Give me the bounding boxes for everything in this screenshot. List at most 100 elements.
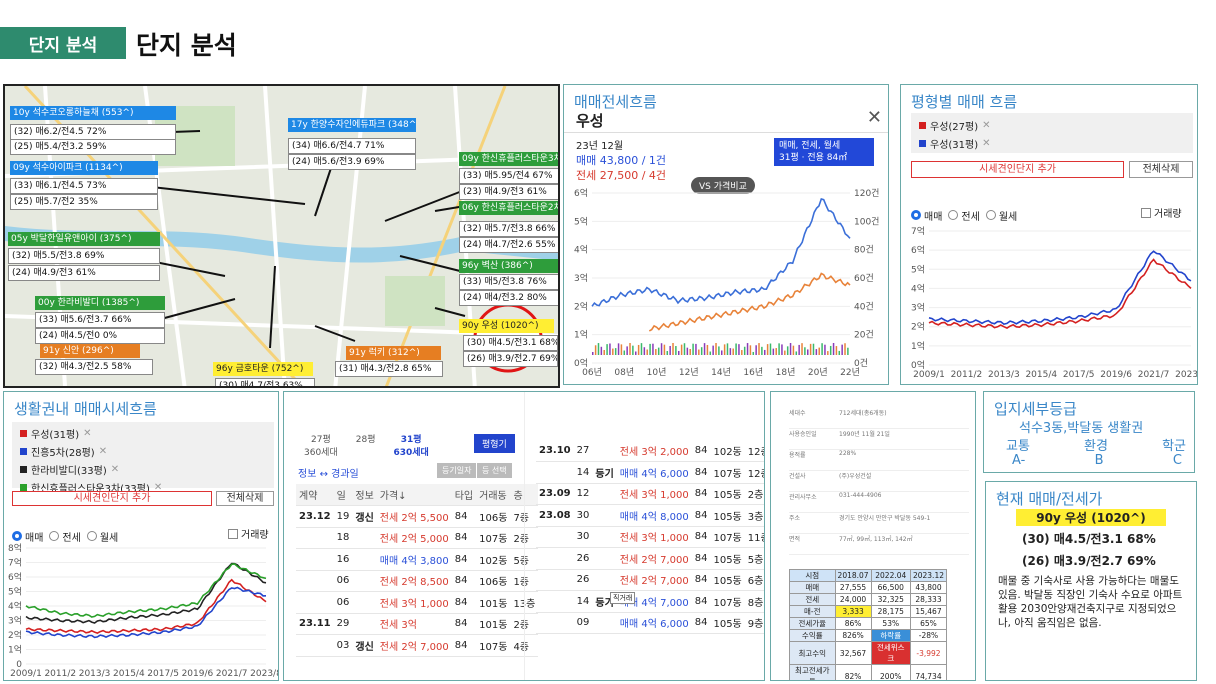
tab-2[interactable]: 31평 630세대 bbox=[393, 432, 428, 458]
map-complex-label[interactable]: 96y 금호타운 (752^) bbox=[213, 362, 313, 376]
table-row[interactable]: 06 전세 2억 8,500 84 106동 1층 bbox=[296, 570, 539, 592]
table-cell: 107동 bbox=[476, 634, 511, 657]
map-price-label: (30) 매4.5/전3.1 68% bbox=[463, 335, 558, 351]
table-row[interactable]: 23.11 29 전세 3억 84 101동 2층 bbox=[296, 613, 539, 635]
complex-map[interactable]: 10y 석수코오롱하늘채 (553^) (32) 매6.2/전4.5 72% (25… bbox=[3, 84, 560, 388]
filter-label: 정보 ↔ 경과일 bbox=[298, 469, 359, 480]
legend-swatch bbox=[20, 466, 27, 473]
pyeong-button[interactable]: 평형기 bbox=[474, 434, 515, 453]
col-header[interactable]: 계약 bbox=[296, 484, 334, 506]
table-cell: 16 bbox=[333, 548, 353, 571]
table-cell: 8층 bbox=[744, 590, 764, 613]
legend-item[interactable]: 우성(31평) ✕ bbox=[919, 136, 1185, 151]
radio-1[interactable]: 전세 bbox=[948, 208, 980, 223]
table-row[interactable]: 26 전세 2억 7,000 84 105동 5층 bbox=[536, 547, 764, 570]
tab-1[interactable]: 28평 bbox=[356, 432, 376, 458]
add-comparison-button[interactable]: 시세견인단지 추가 bbox=[12, 491, 212, 506]
col-header[interactable]: 일 bbox=[333, 484, 353, 506]
table-cell: 84 bbox=[451, 570, 477, 592]
table-cell bbox=[352, 570, 377, 592]
filter-select-button[interactable]: 등 선택 bbox=[477, 463, 512, 478]
table-cell: 30 bbox=[573, 526, 593, 548]
table-row[interactable]: 14 등기 매매 4억 7,000 84 107동 8층 bbox=[536, 590, 764, 613]
map-complex-label[interactable]: 17y 한양수자인에듀파크 (348^) bbox=[288, 118, 416, 132]
volume-checkbox[interactable]: 거래량 bbox=[1141, 205, 1182, 220]
summary-cell: -3,992 bbox=[909, 641, 948, 665]
table-cell: 전세 2억 5,000 bbox=[376, 527, 452, 549]
tab-0[interactable]: 27평 360세대 bbox=[304, 432, 338, 458]
map-complex-label[interactable]: 06y 한신휴플러스타운2차 (205^) bbox=[459, 201, 558, 215]
info-value: 1990년 11월 21일 bbox=[839, 431, 890, 438]
clear-all-button[interactable]: 전체삭제 bbox=[216, 491, 274, 506]
table-row[interactable]: 16 매매 4억 3,800 84 102동 5층 bbox=[296, 548, 539, 571]
table-row[interactable]: 23.12 19 갱신 전세 2억 5,500 84 106동 7층 bbox=[296, 505, 539, 528]
legend-box: 우성(27평) ✕ 우성(31평) ✕ bbox=[911, 113, 1193, 153]
col-header[interactable]: 거래동 bbox=[476, 484, 511, 506]
x-tick-label: 16년 bbox=[743, 367, 763, 378]
map-complex-label[interactable]: 10y 석수코오롱하늘채 (553^) bbox=[10, 106, 176, 120]
table-row[interactable]: 23.09 12 전세 3억 1,000 84 105동 2층 bbox=[536, 483, 764, 505]
table-row[interactable]: 03 갱신 전세 2억 7,000 84 107동 4층 bbox=[296, 634, 539, 657]
volume-bar bbox=[672, 343, 674, 355]
grade-category: 교통 bbox=[1006, 439, 1030, 454]
summary-cell: 53% bbox=[870, 617, 911, 630]
radio-dot bbox=[911, 210, 921, 220]
remove-icon[interactable]: ✕ bbox=[83, 428, 91, 439]
volume-bar bbox=[841, 344, 843, 355]
map-complex-label[interactable]: 00y 한라비발디 (1385^) bbox=[35, 296, 165, 310]
table-cell: 전세 2억 7,000 bbox=[616, 547, 692, 570]
table-cell: 전세 3억 1,000 bbox=[616, 483, 692, 505]
add-comparison-button[interactable]: 시세견인단지 추가 bbox=[911, 161, 1124, 178]
remove-icon[interactable]: ✕ bbox=[111, 464, 119, 475]
volume-bar bbox=[827, 351, 829, 355]
map-complex-label[interactable]: 90y 우성 (1020^) bbox=[459, 319, 554, 333]
type-select-button[interactable]: 매매, 전세, 월세 31평 · 전용 84㎡ bbox=[774, 138, 874, 166]
map-complex-label[interactable]: 09y 한신휴플러스타운3차 (392^) bbox=[459, 152, 558, 166]
legend-label: 한라비발디(33평) bbox=[31, 466, 107, 477]
remove-icon[interactable]: ✕ bbox=[982, 120, 990, 131]
table-row[interactable]: 09 매매 4억 6,000 84 105동 9층 bbox=[536, 612, 764, 634]
clear-all-button[interactable]: 전체삭제 bbox=[1129, 161, 1193, 178]
table-cell: 102동 bbox=[476, 548, 511, 571]
col-header[interactable]: 정보 bbox=[352, 484, 377, 506]
map-complex-label[interactable]: 96y 벽산 (386^) bbox=[459, 259, 558, 273]
grade-value: C bbox=[1172, 453, 1182, 468]
legend-item[interactable]: 우성(27평) ✕ bbox=[919, 118, 1185, 133]
table-row[interactable]: 14등기매매 4억 6,00084107동12층 bbox=[536, 461, 764, 484]
map-complex-label[interactable]: 09y 석수아이파크 (1134^) bbox=[10, 161, 158, 175]
col-header[interactable]: 타입 bbox=[451, 484, 477, 506]
legend-item[interactable]: 우성(31평) ✕ bbox=[20, 426, 266, 441]
summary-cell: 826% bbox=[834, 629, 872, 642]
close-icon[interactable]: ✕ bbox=[867, 107, 882, 128]
table-cell: 6층 bbox=[744, 569, 764, 591]
map-complex-label[interactable]: 91y 럭키 (312^) bbox=[346, 346, 441, 360]
map-complex-label[interactable]: 05y 박달한일유앤아이 (375^) bbox=[8, 232, 160, 246]
volume-checkbox[interactable]: 거래량 bbox=[228, 526, 269, 541]
table-row[interactable]: 30 전세 3억 1,00084107동11층 bbox=[536, 526, 764, 548]
volume-bar bbox=[678, 350, 680, 355]
map-complex-label[interactable]: 91y 신안 (296^) bbox=[40, 344, 140, 358]
legend-item[interactable]: 진흥5차(28평) ✕ bbox=[20, 444, 266, 459]
radio-0[interactable]: 매매 bbox=[911, 208, 942, 223]
table-row[interactable]: 23.08 30 매매 4억 8,000 84 105동 3층 bbox=[536, 504, 764, 527]
col-header[interactable]: 가격↓ bbox=[376, 484, 452, 506]
filter-date-button[interactable]: 등기일자 bbox=[437, 463, 477, 478]
map-price-label: (33) 매6.1/전4.5 73% bbox=[10, 178, 158, 194]
x-tick-label: 2021/7 bbox=[1138, 370, 1170, 380]
radio-2[interactable]: 월세 bbox=[985, 208, 1017, 223]
legend-label: 우성(31평) bbox=[31, 430, 80, 441]
remove-icon[interactable]: ✕ bbox=[982, 138, 990, 149]
pyeong-tabs: 27평 360세대 28평 31평 630세대 bbox=[304, 432, 429, 458]
info-key: 용적률 bbox=[789, 452, 806, 459]
remove-icon[interactable]: ✕ bbox=[99, 446, 107, 457]
table-cell: 84 bbox=[691, 504, 711, 527]
grade-value: B bbox=[1094, 453, 1104, 468]
table-row[interactable]: 06 전세 3억 1,000 84 101동 13층 bbox=[296, 591, 539, 614]
table-cell: 26 bbox=[573, 547, 593, 570]
table-row[interactable]: 18 전세 2억 5,000 84 107동 2층 bbox=[296, 527, 539, 549]
table-row[interactable]: 26 전세 2억 7,000 84 105동 6층 bbox=[536, 569, 764, 591]
legend-item[interactable]: 한라비발디(33평) ✕ bbox=[20, 462, 266, 477]
table-cell: 9층 bbox=[744, 612, 764, 634]
x-tick-label: 2023/8 bbox=[1175, 370, 1198, 380]
table-row[interactable]: 23.1027 전세 3억 2,00084102동12층 bbox=[536, 440, 764, 462]
